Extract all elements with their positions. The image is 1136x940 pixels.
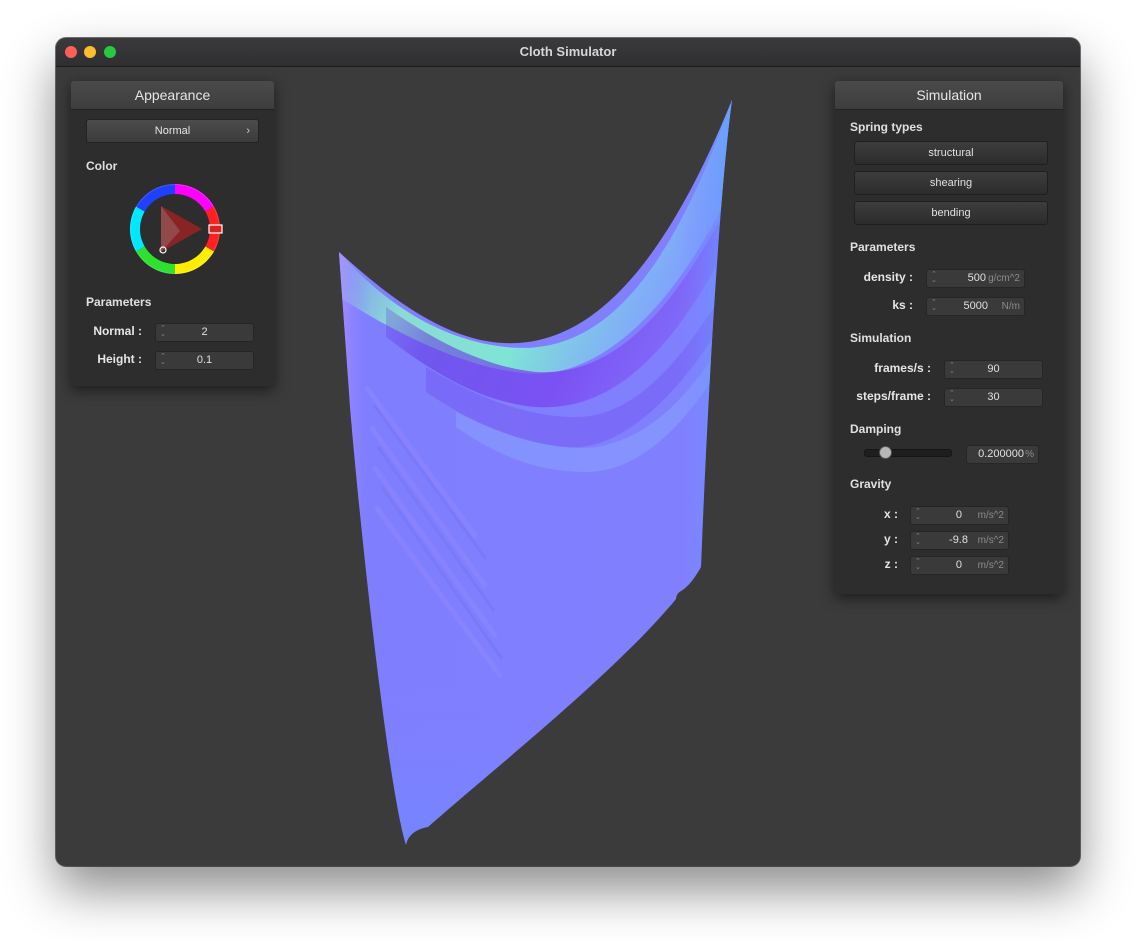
damping-unit: %: [1025, 449, 1034, 460]
gravity-y-input[interactable]: ⌃ ⌄ -9.8 m/s^2: [910, 531, 1009, 550]
gravity-x-label: x :: [883, 507, 898, 521]
normal-input[interactable]: ⌃ ⌄ 2: [155, 323, 254, 342]
spinner-icon[interactable]: ⌃ ⌄: [915, 533, 921, 547]
frames-per-second-label: frames/s :: [874, 361, 931, 375]
appearance-panel-header[interactable]: Appearance: [71, 81, 274, 110]
gravity-y-unit: m/s^2: [977, 535, 1004, 546]
steps-per-frame-input[interactable]: ⌃ ⌄ 30: [944, 388, 1043, 407]
spring-types-label: Spring types: [850, 120, 923, 134]
density-label: density :: [863, 270, 913, 284]
damping-slider-track[interactable]: [864, 449, 952, 457]
simulation-parameters-label: Parameters: [850, 240, 916, 254]
simulation-panel-header[interactable]: Simulation: [835, 81, 1063, 110]
color-label: Color: [86, 159, 118, 173]
title-bar[interactable]: Cloth Simulator: [56, 38, 1080, 67]
gravity-y-value: -9.8: [949, 534, 968, 546]
spinner-icon[interactable]: ⌃ ⌄: [915, 558, 921, 572]
gravity-x-input[interactable]: ⌃ ⌄ 0 m/s^2: [910, 506, 1009, 525]
damping-input[interactable]: 0.200000 %: [966, 445, 1039, 464]
simulation-section-label: Simulation: [850, 331, 912, 345]
height-input[interactable]: ⌃ ⌄ 0.1: [155, 351, 254, 370]
hue-ring-handle: [208, 224, 223, 234]
damping-slider-handle[interactable]: [879, 446, 892, 459]
spinner-icon[interactable]: ⌃ ⌄: [931, 299, 937, 313]
gravity-z-label: z :: [884, 557, 898, 571]
height-value: 0.1: [196, 354, 213, 366]
damping-label: Damping: [850, 422, 902, 436]
gravity-y-label: y :: [883, 532, 898, 546]
structural-button[interactable]: structural: [854, 141, 1048, 165]
appearance-panel: Appearance Normal › Color Parameters Nor…: [71, 81, 274, 386]
chevron-right-icon: ›: [246, 125, 250, 137]
spinner-icon[interactable]: ⌃ ⌄: [931, 271, 937, 285]
gravity-x-unit: m/s^2: [977, 510, 1004, 521]
density-value: 500: [967, 272, 986, 284]
ks-unit: N/m: [1001, 301, 1020, 312]
gravity-z-unit: m/s^2: [977, 560, 1004, 571]
window-title: Cloth Simulator: [519, 44, 617, 59]
damping-value: 0.200000: [978, 448, 1024, 460]
density-input[interactable]: ⌃ ⌄ 500 g/cm^2: [926, 269, 1025, 288]
normal-label: Normal :: [93, 324, 142, 338]
frames-per-second-input[interactable]: ⌃ ⌄ 90: [944, 360, 1043, 379]
gravity-x-value: 0: [955, 509, 962, 521]
bending-button[interactable]: bending: [854, 201, 1048, 225]
gravity-z-value: 0: [955, 559, 962, 571]
steps-per-frame-label: steps/frame :: [856, 389, 931, 403]
ks-value: 5000: [963, 300, 988, 312]
density-unit: g/cm^2: [988, 273, 1020, 284]
shader-dropdown-value: Normal: [154, 125, 191, 137]
ks-input[interactable]: ⌃ ⌄ 5000 N/m: [926, 297, 1025, 316]
simulation-panel: Simulation Spring types structural shear…: [835, 81, 1063, 594]
ks-label: ks :: [892, 298, 913, 312]
steps-per-frame-value: 30: [987, 391, 1000, 403]
normal-value: 2: [201, 326, 208, 338]
appearance-parameters-label: Parameters: [86, 295, 152, 309]
color-wheel[interactable]: [125, 179, 225, 279]
shader-dropdown[interactable]: Normal ›: [86, 119, 259, 143]
height-label: Height :: [97, 352, 142, 366]
frames-per-second-value: 90: [987, 363, 1000, 375]
app-window: Cloth Simulator Appearance Normal › Colo…: [56, 38, 1080, 866]
spinner-icon[interactable]: ⌃ ⌄: [915, 508, 921, 522]
gravity-label: Gravity: [850, 477, 892, 491]
gravity-z-input[interactable]: ⌃ ⌄ 0 m/s^2: [910, 556, 1009, 575]
shearing-button[interactable]: shearing: [854, 171, 1048, 195]
